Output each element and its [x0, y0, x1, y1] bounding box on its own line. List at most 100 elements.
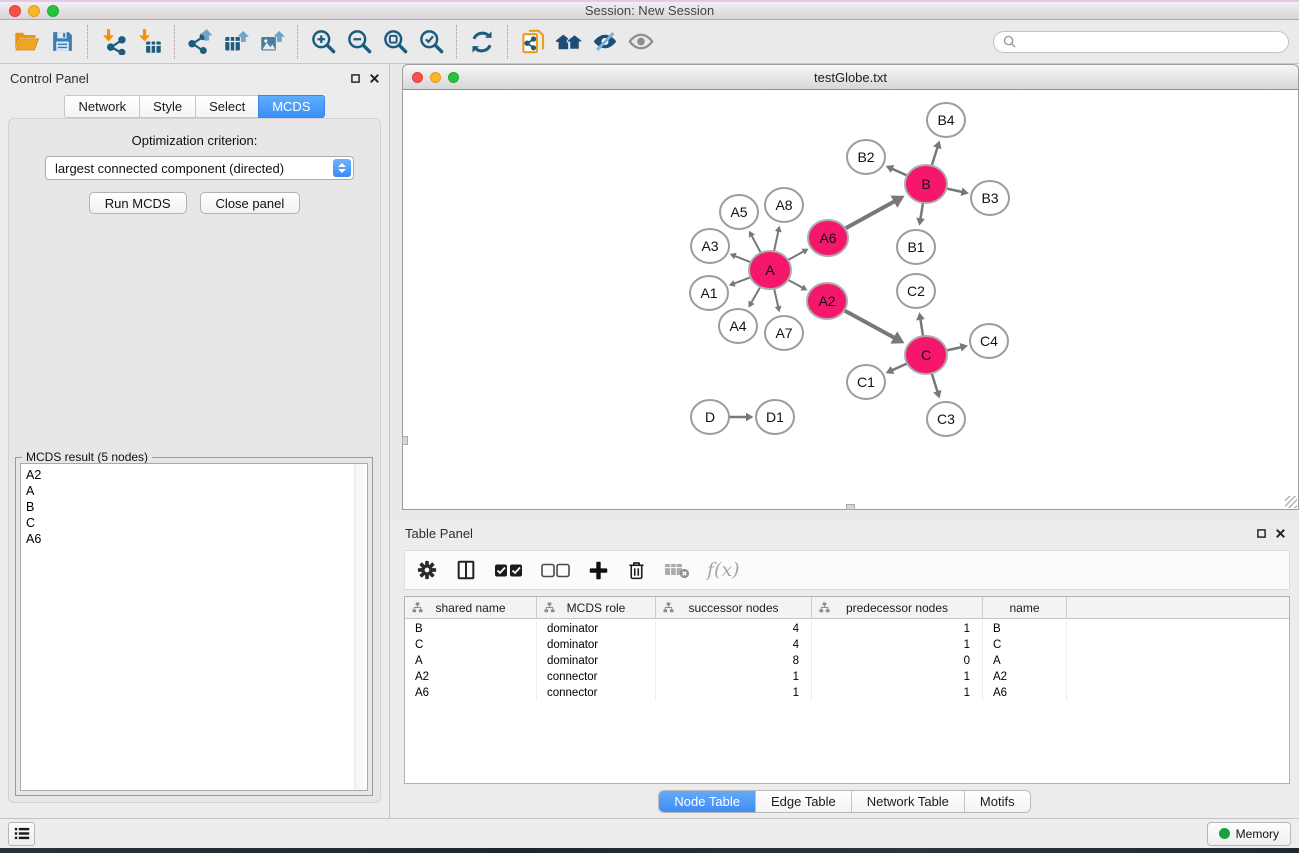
table-options-button[interactable]	[416, 559, 438, 581]
column-header-successor-nodes[interactable]: successor nodes	[656, 597, 812, 618]
network-node-B4[interactable]: B4	[927, 103, 965, 137]
network-node-C3[interactable]: C3	[927, 402, 965, 436]
tab-network-table[interactable]: Network Table	[852, 791, 965, 812]
resize-grip[interactable]	[1285, 496, 1297, 508]
select-all-rows-button[interactable]	[494, 562, 524, 579]
table-cell[interactable]: 1	[656, 669, 812, 685]
network-node-D[interactable]: D	[691, 400, 729, 434]
table-cell[interactable]: 4	[656, 637, 812, 653]
table-cell[interactable]: dominator	[537, 621, 656, 637]
run-mcds-button[interactable]: Run MCDS	[89, 192, 187, 214]
network-graph[interactable]: B4B2BB3A8A5A6A3B1AC2A1A2A4A7C4CC1DD1C3	[403, 90, 1297, 508]
table-cell[interactable]: A6	[405, 685, 537, 701]
table-cell[interactable]: 1	[812, 669, 983, 685]
close-panel-icon[interactable]	[370, 74, 379, 83]
maximize-window-button[interactable]	[47, 5, 59, 17]
tab-select[interactable]: Select	[195, 95, 259, 118]
table-cell[interactable]: A	[405, 653, 537, 669]
column-header-name[interactable]: name	[983, 597, 1067, 618]
table-cell[interactable]: B	[405, 621, 537, 637]
optimization-criterion-select[interactable]: largest connected component (directed)	[45, 156, 354, 180]
network-edge-C-C2[interactable]	[920, 319, 923, 337]
network-node-D1[interactable]: D1	[756, 400, 794, 434]
mcds-result-item[interactable]: C	[26, 515, 362, 531]
table-cell[interactable]: 8	[656, 653, 812, 669]
close-panel-button[interactable]: Close panel	[200, 192, 301, 214]
zoom-out-button[interactable]	[341, 24, 377, 60]
table-cell[interactable]: 1	[812, 685, 983, 701]
close-panel-icon[interactable]	[1276, 529, 1285, 538]
import-network-button[interactable]	[95, 24, 131, 60]
import-table-button[interactable]	[131, 24, 167, 60]
apply-layout-button[interactable]	[464, 24, 500, 60]
network-node-C[interactable]: C	[905, 336, 947, 374]
search-box[interactable]	[993, 31, 1289, 53]
table-row[interactable]: Cdominator41C	[405, 637, 1289, 653]
table-cell[interactable]: C	[405, 637, 537, 653]
show-column-button[interactable]	[455, 559, 477, 581]
column-header-predecessor-nodes[interactable]: predecessor nodes	[812, 597, 983, 618]
table-cell[interactable]: A	[983, 653, 1067, 669]
create-column-button[interactable]	[588, 560, 609, 581]
network-node-B3[interactable]: B3	[971, 181, 1009, 215]
tab-edge-table[interactable]: Edge Table	[756, 791, 852, 812]
table-cell[interactable]: connector	[537, 669, 656, 685]
memory-button[interactable]: Memory	[1207, 822, 1291, 846]
network-node-B2[interactable]: B2	[847, 140, 885, 174]
table-cell[interactable]: A2	[983, 669, 1067, 685]
tab-style[interactable]: Style	[139, 95, 196, 118]
network-edge-A6-B[interactable]	[843, 201, 895, 229]
table-cell[interactable]: dominator	[537, 637, 656, 653]
network-edge-A-A7[interactable]	[774, 288, 778, 307]
vertical-scroll-nub[interactable]	[402, 436, 408, 445]
network-edge-A-A4[interactable]	[751, 286, 761, 303]
close-window-button[interactable]	[9, 5, 21, 17]
save-session-button[interactable]	[44, 24, 80, 60]
hide-selected-button[interactable]	[587, 24, 623, 60]
table-row[interactable]: Bdominator41B	[405, 621, 1289, 637]
open-session-button[interactable]	[8, 24, 44, 60]
network-node-A7[interactable]: A7	[765, 316, 803, 350]
network-edge-A-A5[interactable]	[752, 236, 762, 254]
export-table-button[interactable]	[218, 24, 254, 60]
new-network-from-selection-button[interactable]	[515, 24, 551, 60]
table-cell[interactable]: B	[983, 621, 1067, 637]
network-node-B1[interactable]: B1	[897, 230, 935, 264]
network-node-B[interactable]: B	[905, 165, 947, 203]
table-cell[interactable]: connector	[537, 685, 656, 701]
network-edge-B-B1[interactable]	[921, 202, 924, 219]
network-node-C4[interactable]: C4	[970, 324, 1008, 358]
mcds-result-item[interactable]: B	[26, 499, 362, 515]
network-node-A2[interactable]: A2	[807, 283, 847, 319]
minimize-view-button[interactable]	[430, 72, 441, 83]
export-image-button[interactable]	[254, 24, 290, 60]
network-window-titlebar[interactable]: testGlobe.txt	[402, 64, 1299, 90]
table-cell[interactable]: A2	[405, 669, 537, 685]
network-node-C1[interactable]: C1	[847, 365, 885, 399]
zoom-fit-button[interactable]	[377, 24, 413, 60]
network-node-A3[interactable]: A3	[691, 229, 729, 263]
zoom-in-button[interactable]	[305, 24, 341, 60]
task-history-button[interactable]	[8, 822, 35, 846]
table-cell[interactable]: A6	[983, 685, 1067, 701]
result-list-scrollbar[interactable]	[354, 464, 367, 790]
mcds-result-item[interactable]: A	[26, 483, 362, 499]
network-edge-C-C3[interactable]	[931, 372, 937, 391]
export-network-button[interactable]	[182, 24, 218, 60]
network-canvas[interactable]: B4B2BB3A8A5A6A3B1AC2A1A2A4A7C4CC1DD1C3	[402, 90, 1299, 510]
show-all-button[interactable]	[623, 24, 659, 60]
zoom-selected-button[interactable]	[413, 24, 449, 60]
float-panel-icon[interactable]	[351, 74, 360, 83]
minimize-window-button[interactable]	[28, 5, 40, 17]
table-cell[interactable]: 1	[812, 621, 983, 637]
mcds-result-item[interactable]: A2	[26, 467, 362, 483]
network-edge-B-B4[interactable]	[931, 147, 937, 166]
tab-network[interactable]: Network	[64, 95, 140, 118]
tab-mcds[interactable]: MCDS	[258, 95, 324, 118]
table-cell[interactable]: dominator	[537, 653, 656, 669]
column-header-shared-name[interactable]: shared name	[405, 597, 537, 618]
horizontal-scroll-nub[interactable]	[846, 504, 855, 510]
float-panel-icon[interactable]	[1257, 529, 1266, 538]
network-node-A4[interactable]: A4	[719, 309, 757, 343]
network-node-A1[interactable]: A1	[690, 276, 728, 310]
